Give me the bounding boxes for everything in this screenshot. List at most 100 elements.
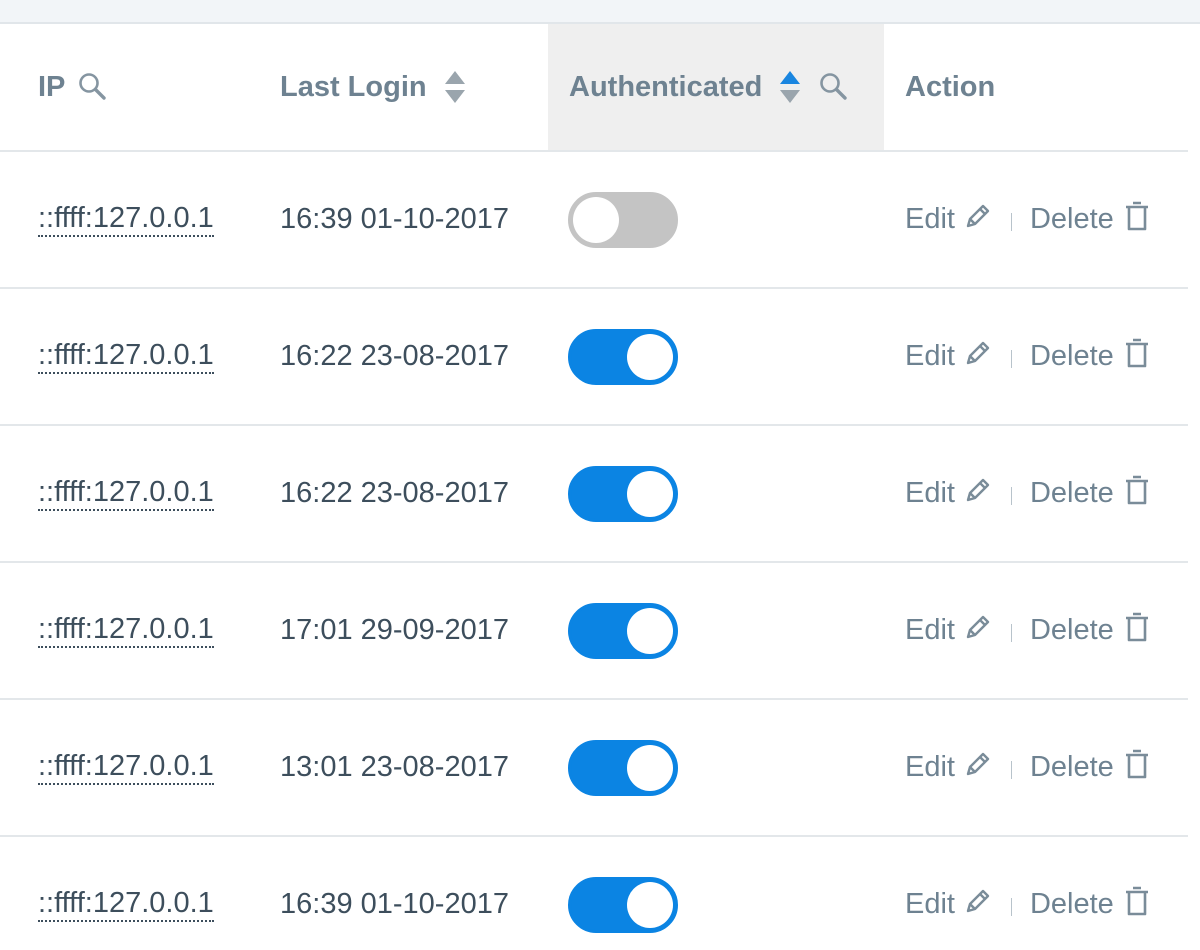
authenticated-toggle[interactable] xyxy=(568,465,678,522)
ip-address[interactable]: ::ffff:127.0.0.1 xyxy=(38,887,214,922)
last-login-cell: 16:22 23-08-2017 xyxy=(280,340,509,372)
action-cell: Edit Delete xyxy=(905,289,1150,424)
last-login-cell: 13:01 23-08-2017 xyxy=(280,751,509,783)
sort-ascending-icon[interactable] xyxy=(778,69,802,105)
edit-label: Edit xyxy=(905,614,955,646)
ip-cell: ::ffff:127.0.0.1 xyxy=(38,289,214,424)
trash-icon xyxy=(1124,474,1150,506)
delete-button[interactable]: Delete xyxy=(1029,337,1150,373)
authenticated-toggle[interactable] xyxy=(568,739,678,796)
column-header-last-login[interactable]: Last Login xyxy=(280,24,467,150)
delete-label: Delete xyxy=(1029,477,1114,509)
edit-button[interactable]: Edit xyxy=(905,888,993,921)
ip-address[interactable]: ::ffff:127.0.0.1 xyxy=(38,750,214,785)
edit-label: Edit xyxy=(905,340,955,372)
toggle-knob xyxy=(573,196,619,243)
trash-icon xyxy=(1124,200,1150,232)
trash-icon xyxy=(1124,337,1150,369)
ip-cell: ::ffff:127.0.0.1 xyxy=(38,563,214,698)
pencil-icon xyxy=(963,886,993,916)
column-label-last-login: Last Login xyxy=(280,70,427,103)
edit-label: Edit xyxy=(905,888,955,920)
delete-button[interactable]: Delete xyxy=(1029,474,1150,510)
authenticated-cell xyxy=(568,837,678,950)
search-icon[interactable] xyxy=(818,71,850,103)
trash-icon xyxy=(1124,611,1150,643)
authenticated-cell xyxy=(568,563,678,698)
authenticated-cell xyxy=(568,700,678,835)
authenticated-cell xyxy=(568,289,678,424)
action-separator xyxy=(1010,349,1012,368)
action-cell: Edit Delete xyxy=(905,426,1150,561)
toggle-knob xyxy=(627,607,673,654)
delete-label: Delete xyxy=(1029,614,1114,646)
action-separator xyxy=(1010,212,1012,231)
delete-button[interactable]: Delete xyxy=(1029,611,1150,647)
sort-icon[interactable] xyxy=(443,69,467,105)
edit-label: Edit xyxy=(905,477,955,509)
column-label-ip: IP xyxy=(38,70,66,103)
ip-address[interactable]: ::ffff:127.0.0.1 xyxy=(38,339,214,374)
column-header-ip: IP xyxy=(38,24,109,150)
action-separator xyxy=(1010,760,1012,779)
table-row: ::ffff:127.0.0.1 16:39 01-10-2017 Edit D… xyxy=(0,152,1188,289)
table-header: IP Last Login Authenticated Action xyxy=(0,24,1188,152)
table-row: ::ffff:127.0.0.1 16:22 23-08-2017 Edit D… xyxy=(0,289,1188,426)
action-cell: Edit Delete xyxy=(905,837,1150,950)
delete-button[interactable]: Delete xyxy=(1029,885,1150,921)
column-header-action: Action xyxy=(905,24,995,150)
ip-cell: ::ffff:127.0.0.1 xyxy=(38,700,214,835)
ip-cell: ::ffff:127.0.0.1 xyxy=(38,152,214,287)
ip-address[interactable]: ::ffff:127.0.0.1 xyxy=(38,476,214,511)
edit-label: Edit xyxy=(905,203,955,235)
last-login-cell: 16:39 01-10-2017 xyxy=(280,203,509,235)
table-row: ::ffff:127.0.0.1 16:22 23-08-2017 Edit D… xyxy=(0,426,1188,563)
pencil-icon xyxy=(963,475,993,505)
edit-button[interactable]: Edit xyxy=(905,203,993,236)
ip-address[interactable]: ::ffff:127.0.0.1 xyxy=(38,202,214,237)
action-cell: Edit Delete xyxy=(905,152,1150,287)
last-login-cell: 16:22 23-08-2017 xyxy=(280,477,509,509)
action-cell: Edit Delete xyxy=(905,563,1150,698)
authenticated-toggle[interactable] xyxy=(568,328,678,385)
pencil-icon xyxy=(963,338,993,368)
edit-button[interactable]: Edit xyxy=(905,614,993,647)
toggle-knob xyxy=(627,744,673,791)
delete-label: Delete xyxy=(1029,203,1114,235)
delete-label: Delete xyxy=(1029,340,1114,372)
action-separator xyxy=(1010,623,1012,642)
action-separator xyxy=(1010,486,1012,505)
ip-cell: ::ffff:127.0.0.1 xyxy=(38,426,214,561)
edit-button[interactable]: Edit xyxy=(905,340,993,373)
pencil-icon xyxy=(963,201,993,231)
authenticated-toggle[interactable] xyxy=(568,191,678,248)
search-icon[interactable] xyxy=(77,71,109,103)
table-row: ::ffff:127.0.0.1 16:39 01-10-2017 Edit D… xyxy=(0,837,1188,950)
action-cell: Edit Delete xyxy=(905,700,1150,835)
toggle-knob xyxy=(627,470,673,517)
last-login-cell: 17:01 29-09-2017 xyxy=(280,614,509,646)
trash-icon xyxy=(1124,885,1150,917)
delete-button[interactable]: Delete xyxy=(1029,200,1150,236)
top-strip xyxy=(0,0,1200,24)
edit-button[interactable]: Edit xyxy=(905,751,993,784)
authenticated-cell xyxy=(568,152,678,287)
toggle-knob xyxy=(627,881,673,928)
edit-button[interactable]: Edit xyxy=(905,477,993,510)
page: IP Last Login Authenticated Action::fff… xyxy=(0,0,1200,950)
column-header-authenticated[interactable]: Authenticated xyxy=(548,24,884,150)
toggle-knob xyxy=(627,333,673,380)
ip-address[interactable]: ::ffff:127.0.0.1 xyxy=(38,613,214,648)
pencil-icon xyxy=(963,612,993,642)
delete-label: Delete xyxy=(1029,888,1114,920)
login-table: IP Last Login Authenticated Action::fff… xyxy=(0,24,1188,950)
column-label-action: Action xyxy=(905,70,996,103)
authenticated-cell xyxy=(568,426,678,561)
last-login-cell: 16:39 01-10-2017 xyxy=(280,888,509,920)
pencil-icon xyxy=(963,749,993,779)
authenticated-toggle[interactable] xyxy=(568,602,678,659)
delete-button[interactable]: Delete xyxy=(1030,749,1150,784)
column-label-authenticated: Authenticated xyxy=(569,70,763,103)
authenticated-toggle[interactable] xyxy=(568,876,678,933)
table-row: ::ffff:127.0.0.1 13:01 23-08-2017 Edit D… xyxy=(0,700,1188,837)
